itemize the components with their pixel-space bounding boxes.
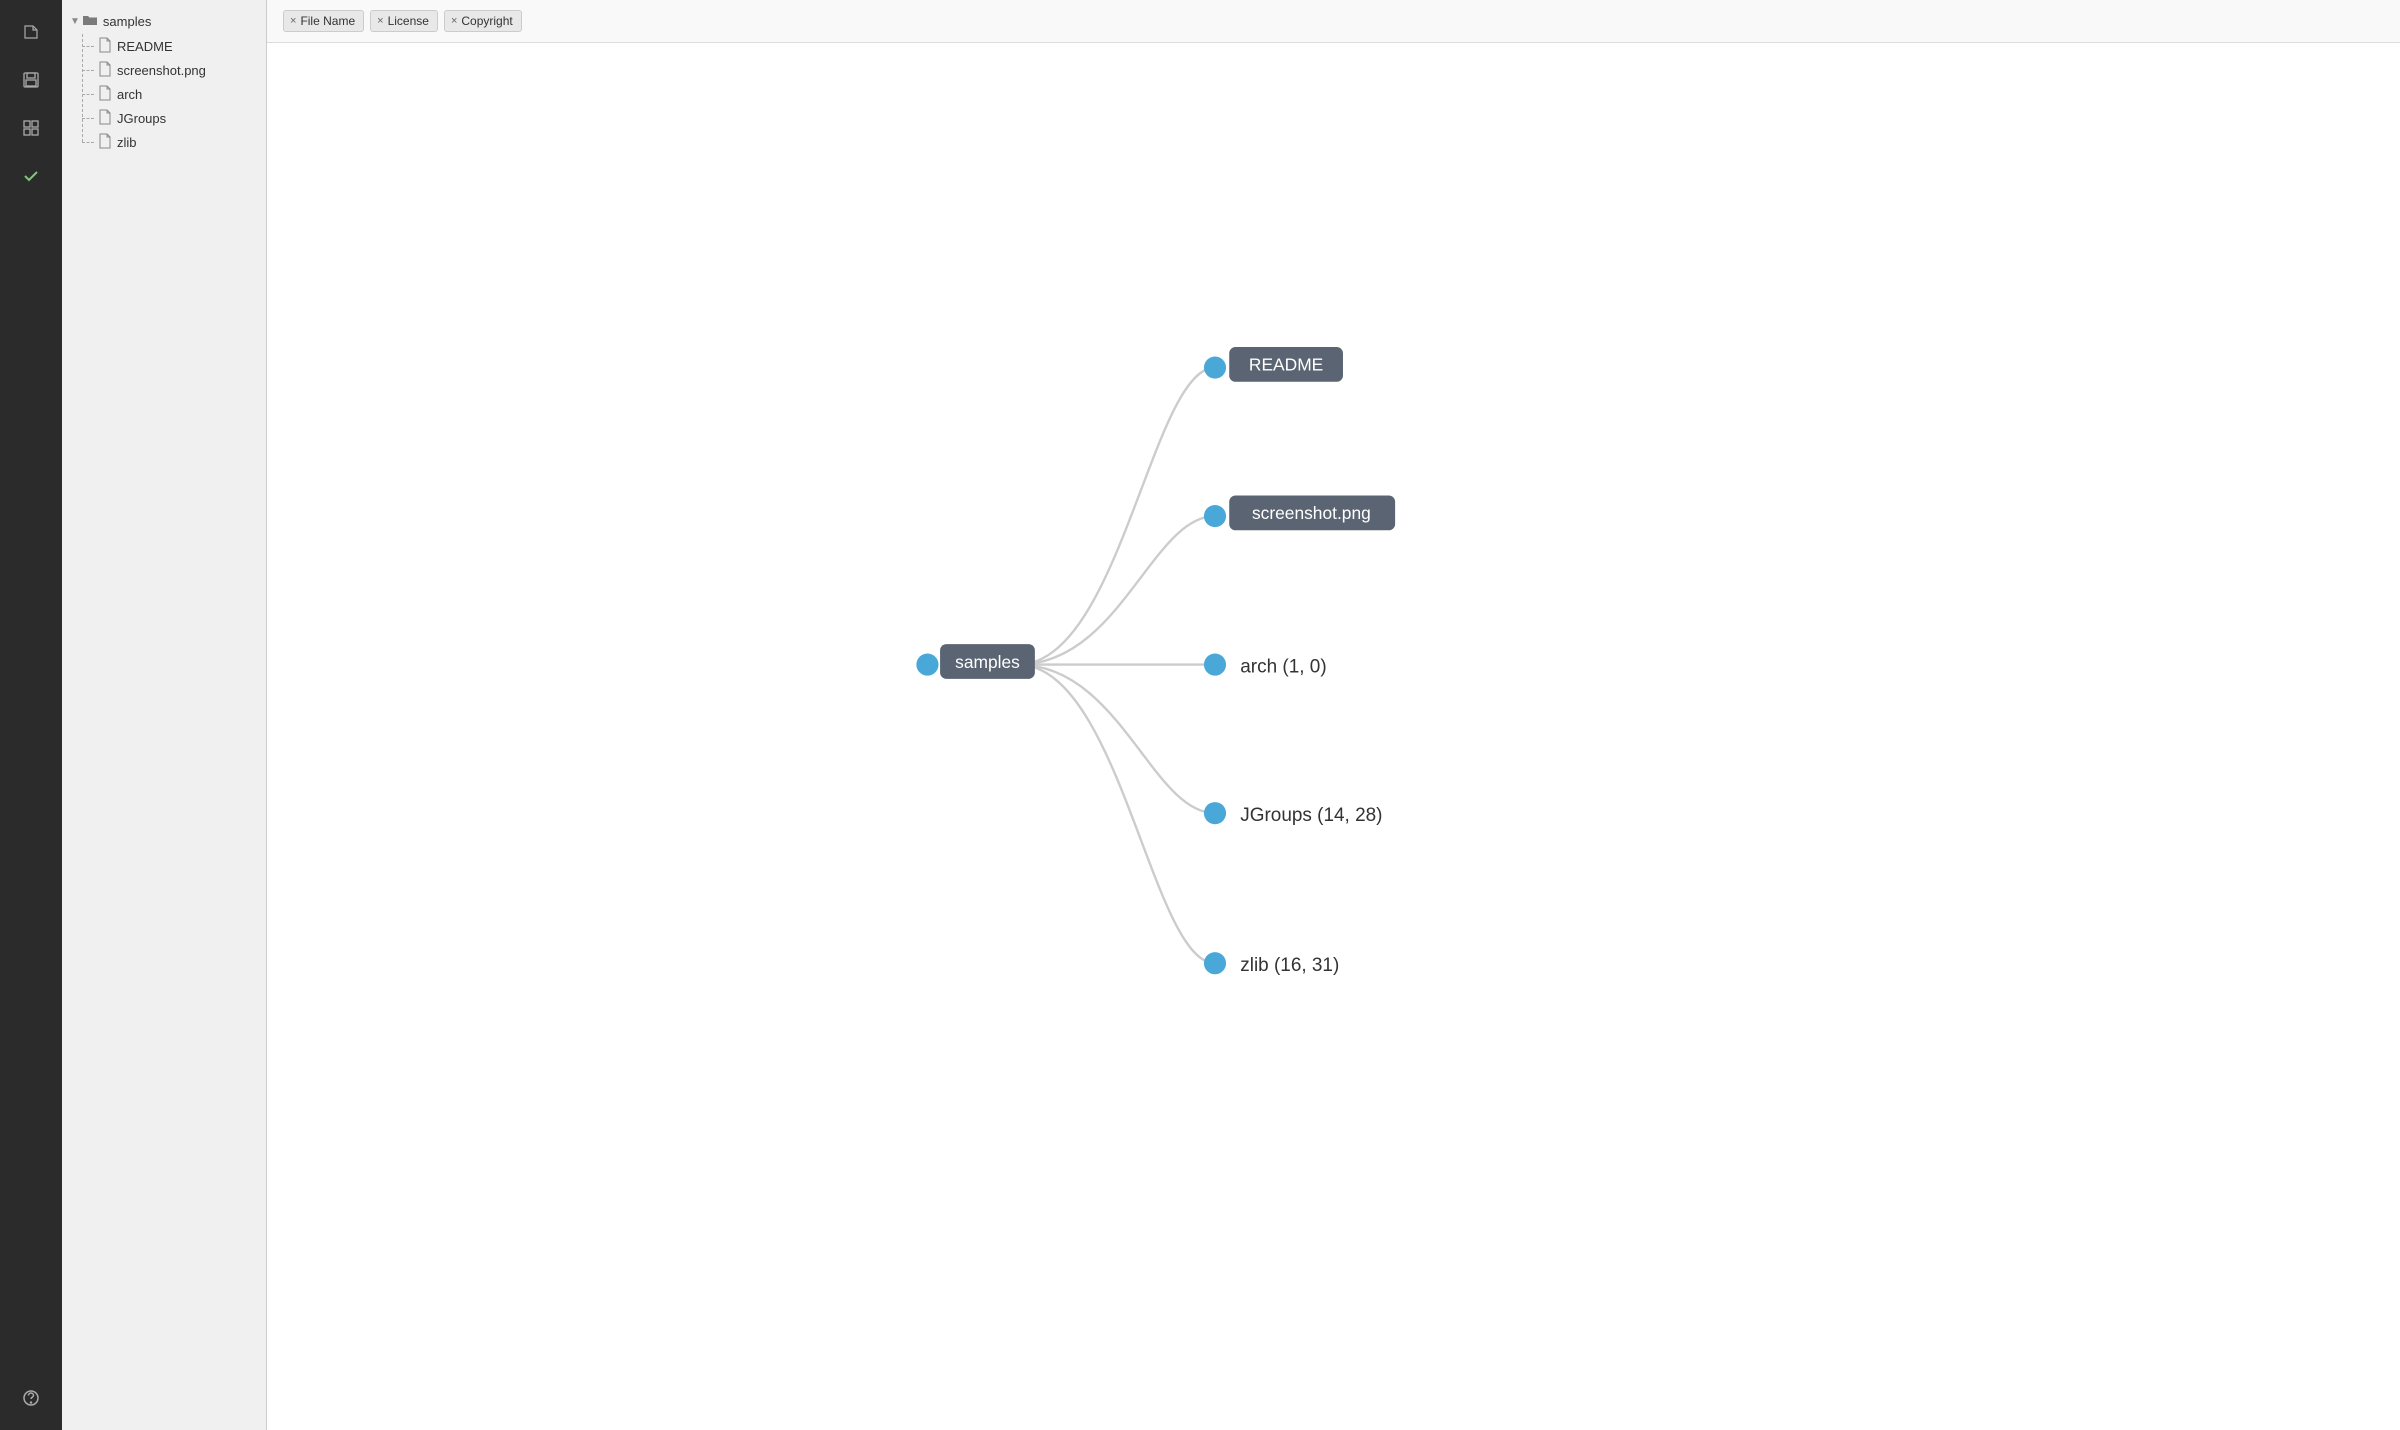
filter-copyright[interactable]: × Copyright (444, 10, 522, 32)
edge-samples-readme (1018, 368, 1216, 665)
zlib-label: zlib (117, 135, 137, 150)
graph-area[interactable]: samples README screenshot.png arch (1, 0… (267, 43, 2400, 1430)
label-jgroups: JGroups (14, 28) (1240, 805, 1382, 826)
files-icon[interactable] (11, 12, 51, 52)
dot-samples (916, 654, 938, 676)
readme-label: README (117, 39, 173, 54)
arch-label: arch (117, 87, 142, 102)
app-sidebar (0, 0, 62, 1430)
screenshot-label: screenshot.png (117, 63, 206, 78)
dot-arch (1204, 654, 1226, 676)
graph-svg: samples README screenshot.png arch (1, 0… (267, 43, 2400, 1430)
tree-item-readme[interactable]: README (62, 34, 266, 58)
label-zlib: zlib (16, 31) (1240, 955, 1339, 976)
tree-root-folder[interactable]: ▼ samples (62, 8, 266, 34)
file-icon-readme (98, 37, 112, 56)
label-screenshot: screenshot.png (1252, 503, 1371, 523)
root-folder-label: samples (103, 14, 151, 29)
edge-samples-zlib (1018, 665, 1216, 964)
filter-license[interactable]: × License (370, 10, 438, 32)
dot-zlib (1204, 952, 1226, 974)
edge-samples-jgroups (1018, 665, 1216, 814)
label-readme: README (1249, 355, 1323, 375)
edge-samples-screenshot (1018, 516, 1216, 665)
file-icon-arch (98, 85, 112, 104)
label-samples: samples (955, 652, 1020, 672)
file-icon-screenshot (98, 61, 112, 80)
filter-bar: × File Name × License × Copyright (267, 0, 2400, 43)
expand-icon: ▼ (70, 16, 80, 27)
jgroups-label: JGroups (117, 111, 166, 126)
close-license-icon[interactable]: × (377, 16, 383, 27)
close-filename-icon[interactable]: × (290, 16, 296, 27)
filter-copyright-label: Copyright (461, 14, 512, 28)
tree-item-screenshot[interactable]: screenshot.png (62, 58, 266, 82)
grid-icon[interactable] (11, 108, 51, 148)
label-arch: arch (1, 0) (1240, 657, 1326, 678)
close-copyright-icon[interactable]: × (451, 16, 457, 27)
dot-jgroups (1204, 802, 1226, 824)
tree-item-arch[interactable]: arch (62, 82, 266, 106)
save-icon[interactable] (11, 60, 51, 100)
file-tree-panel: ▼ samples README (62, 0, 267, 1430)
filter-filename[interactable]: × File Name (283, 10, 364, 32)
filter-license-label: License (388, 14, 429, 28)
folder-icon (82, 12, 98, 31)
filter-filename-label: File Name (300, 14, 355, 28)
help-icon[interactable] (11, 1378, 51, 1418)
tree-item-jgroups[interactable]: JGroups (62, 106, 266, 130)
main-content: × File Name × License × Copyright (267, 0, 2400, 1430)
check-icon[interactable] (11, 156, 51, 196)
file-icon-jgroups (98, 109, 112, 128)
dot-screenshot (1204, 505, 1226, 527)
dot-readme (1204, 357, 1226, 379)
tree-item-zlib[interactable]: zlib (62, 130, 266, 154)
file-icon-zlib (98, 133, 112, 152)
